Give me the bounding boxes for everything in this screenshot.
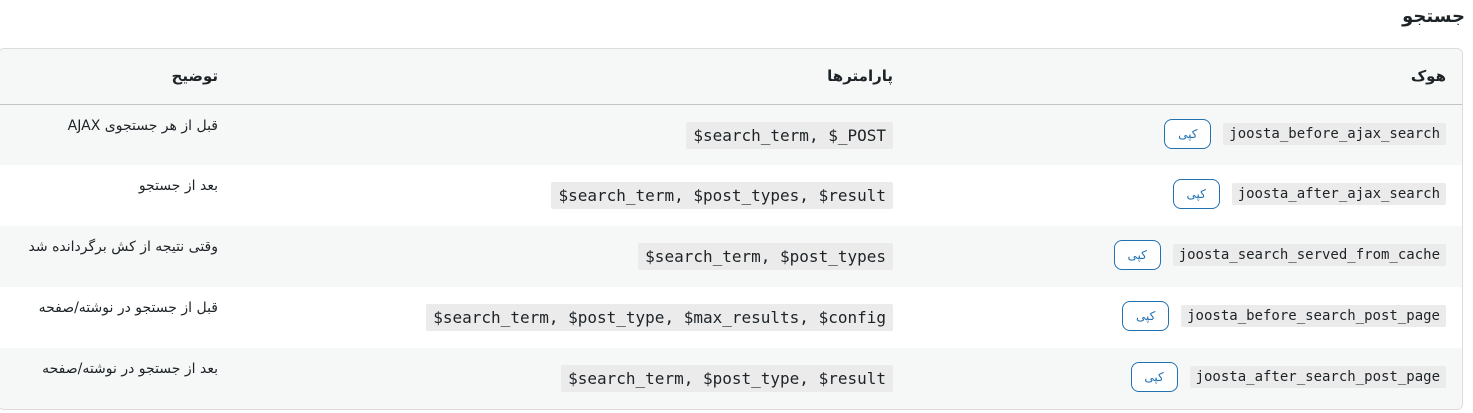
table-row: joosta_after_ajax_search کپی $search_ter…	[0, 165, 1462, 226]
hook-name: joosta_after_search_post_page	[1189, 366, 1446, 388]
hook-params: $search_term, $post_types	[638, 243, 893, 270]
section-title: جستجو	[1402, 6, 1465, 27]
copy-button[interactable]: کپی	[1130, 362, 1178, 392]
hook-params: $search_term, $post_type, $max_results, …	[426, 304, 893, 331]
hook-name: joosta_search_served_from_cache	[1172, 244, 1446, 266]
table-row: joosta_before_search_post_page کپی $sear…	[0, 287, 1462, 348]
hook-description: قبل از جستجو در نوشته/صفحه	[38, 300, 218, 316]
table-row: joosta_before_ajax_search کپی $search_te…	[0, 104, 1462, 165]
column-header-params: پارامترها	[234, 49, 909, 105]
hook-description: بعد از جستجو	[138, 178, 218, 194]
column-header-description: توضیح	[0, 49, 234, 105]
hook-description: وقتی نتیجه از کش برگردانده شد	[28, 239, 218, 255]
table-row: joosta_search_served_from_cache کپی $sea…	[0, 226, 1462, 287]
copy-button[interactable]: کپی	[1122, 301, 1170, 331]
hook-description: بعد از جستجو در نوشته/صفحه	[42, 361, 218, 377]
table-header-row: هوک پارامترها توضیح	[0, 49, 1462, 105]
table-row: joosta_after_search_post_page کپی $searc…	[0, 348, 1462, 409]
column-header-hook: هوک	[909, 49, 1462, 105]
copy-button[interactable]: کپی	[1113, 240, 1161, 270]
hook-params: $search_term, $post_type, $result	[561, 365, 893, 392]
hook-name: joosta_after_ajax_search	[1231, 183, 1446, 205]
hook-params: $search_term, $post_types, $result	[551, 182, 893, 209]
copy-button[interactable]: کپی	[1172, 179, 1220, 209]
hook-description: قبل از هر جستجوی AJAX	[67, 117, 218, 134]
copy-button[interactable]: کپی	[1164, 118, 1212, 149]
hook-name: joosta_before_search_post_page	[1181, 305, 1446, 327]
hook-name: joosta_before_ajax_search	[1223, 122, 1446, 145]
hook-params: $search_term, $_POST	[686, 121, 893, 149]
hooks-table: هوک پارامترها توضیح joosta_before_ajax_s…	[0, 48, 1463, 410]
